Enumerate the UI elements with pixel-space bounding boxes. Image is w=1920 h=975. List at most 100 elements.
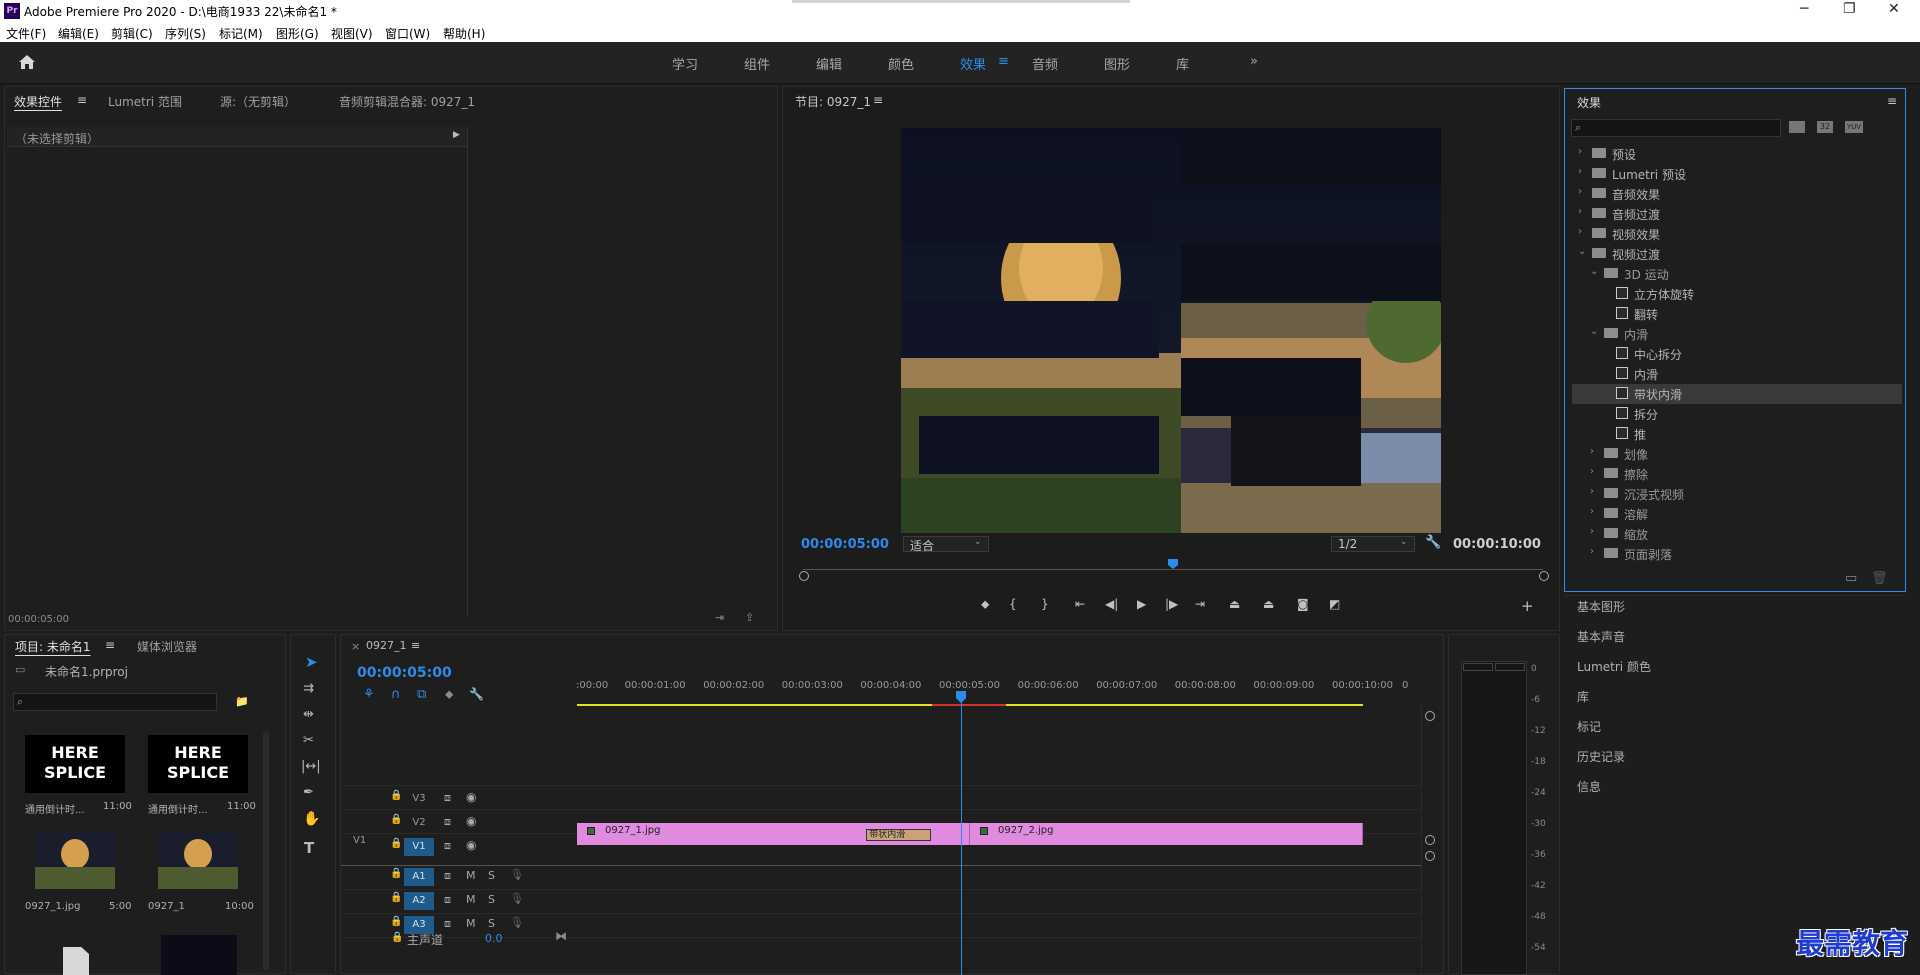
- tree-item[interactable]: 翻转: [1572, 304, 1902, 324]
- track-toggle[interactable]: V1: [404, 838, 434, 856]
- chevron-right-icon[interactable]: ›: [1590, 446, 1594, 457]
- workspace-audio[interactable]: 音频: [1032, 54, 1058, 73]
- yuv-effects-icon[interactable]: YUV: [1845, 121, 1863, 133]
- track-toggle[interactable]: A1: [404, 868, 434, 886]
- share-icon[interactable]: ⇪: [745, 611, 754, 624]
- project-search-input[interactable]: ⌕: [13, 693, 217, 711]
- menu-window[interactable]: 窗口(W): [385, 25, 430, 42]
- tree-item[interactable]: › 缩放: [1572, 524, 1902, 544]
- lock-icon[interactable]: 🔒: [390, 790, 402, 801]
- tree-item[interactable]: › 溶解: [1572, 504, 1902, 524]
- export-frame-icon[interactable]: ⇥: [715, 611, 724, 624]
- workspace-learn[interactable]: 学习: [672, 54, 698, 73]
- menu-view[interactable]: 视图(V): [331, 25, 373, 42]
- image-thumbnail[interactable]: [35, 831, 115, 889]
- menu-sequence[interactable]: 序列(S): [165, 25, 206, 42]
- razor-tool-icon[interactable]: ✂: [303, 733, 314, 748]
- tree-item[interactable]: ⌄ 视频过渡: [1572, 244, 1902, 264]
- chevron-right-icon[interactable]: ›: [1578, 146, 1582, 157]
- close-icon[interactable]: ×: [351, 640, 360, 653]
- eye-icon[interactable]: ◉: [466, 814, 476, 828]
- menu-file[interactable]: 文件(F): [6, 25, 46, 42]
- timeline-menu-icon[interactable]: ≡: [411, 639, 420, 652]
- tree-item[interactable]: › 擦除: [1572, 464, 1902, 484]
- menu-clip[interactable]: 剪辑(C): [111, 25, 153, 42]
- timeline-clip[interactable]: 0927_2.jpg: [970, 823, 1363, 845]
- program-timecode[interactable]: 00:00:05:00: [801, 537, 889, 552]
- effects-search-input[interactable]: ⌕: [1571, 119, 1781, 137]
- delete-icon[interactable]: 🗑: [1871, 571, 1888, 586]
- sequence-thumbnail[interactable]: [158, 831, 238, 889]
- tab-effect-controls[interactable]: 效果控件: [14, 93, 62, 110]
- chevron-right-icon[interactable]: ›: [1590, 466, 1594, 477]
- mark-out-icon[interactable]: }: [1041, 597, 1049, 611]
- workspace-menu-icon[interactable]: ≡: [998, 54, 1009, 69]
- tab-source[interactable]: 源:（无剪辑）: [220, 93, 296, 110]
- lock-icon[interactable]: 🔒: [390, 868, 402, 879]
- track-toggle[interactable]: A3: [404, 916, 434, 934]
- solo-button[interactable]: S: [488, 917, 495, 930]
- mark-in-icon[interactable]: {: [1009, 597, 1017, 611]
- vertical-zoom-handle[interactable]: [1425, 711, 1435, 721]
- sync-lock-icon[interactable]: ⧈: [444, 791, 451, 805]
- wrench-icon[interactable]: 🔧: [1425, 535, 1441, 550]
- mute-button[interactable]: M: [466, 869, 476, 882]
- panel-info[interactable]: 信息: [1577, 778, 1601, 795]
- nest-icon[interactable]: ⚘: [363, 687, 375, 702]
- panel-essential-graphics[interactable]: 基本图形: [1577, 598, 1625, 615]
- workspace-editing[interactable]: 编辑: [816, 54, 842, 73]
- accelerated-effects-icon[interactable]: [1789, 121, 1805, 133]
- timeline-settings-icon[interactable]: 🔧: [469, 687, 484, 701]
- vertical-zoom-handle[interactable]: [1425, 851, 1435, 861]
- workspace-graphics[interactable]: 图形: [1104, 54, 1130, 73]
- track-toggle[interactable]: V2: [404, 814, 434, 832]
- step-back-icon[interactable]: ◀|: [1105, 597, 1118, 611]
- tab-project[interactable]: 项目: 未命名1: [15, 638, 91, 655]
- document-icon[interactable]: [63, 947, 89, 975]
- add-marker-icon[interactable]: ⬥: [981, 597, 989, 612]
- selection-tool-icon[interactable]: ➤: [305, 653, 318, 671]
- tab-audio-clip-mixer[interactable]: 音频剪辑混合器: 0927_1: [339, 93, 475, 110]
- sync-lock-icon[interactable]: ⧈: [444, 839, 451, 853]
- track-toggle[interactable]: V3: [404, 790, 434, 808]
- eye-icon[interactable]: ◉: [466, 790, 476, 804]
- tree-item[interactable]: › 预设: [1572, 144, 1902, 164]
- panel-essential-sound[interactable]: 基本声音: [1577, 628, 1625, 645]
- lift-icon[interactable]: ⏏: [1229, 597, 1240, 611]
- transition-clip[interactable]: 带状内滑: [866, 829, 931, 841]
- timeline-tab[interactable]: 0927_1: [366, 639, 407, 652]
- program-video-frame[interactable]: [901, 128, 1441, 533]
- tree-item[interactable]: 内滑: [1572, 364, 1902, 384]
- chevron-right-icon[interactable]: ›: [1590, 546, 1594, 557]
- chevron-right-icon[interactable]: ›: [1590, 486, 1594, 497]
- go-to-in-icon[interactable]: ⇤: [1075, 597, 1085, 611]
- program-menu-icon[interactable]: ≡: [873, 93, 883, 107]
- expand-arrow-icon[interactable]: ▶: [453, 130, 460, 140]
- effects-menu-icon[interactable]: ≡: [1887, 94, 1897, 108]
- tree-item[interactable]: › 音频过渡: [1572, 204, 1902, 224]
- add-marker-icon[interactable]: ⬥: [445, 687, 453, 702]
- thumbnail-dark[interactable]: [161, 935, 237, 975]
- find-bin-icon[interactable]: 📁: [235, 695, 249, 708]
- chevron-right-icon[interactable]: ›: [1578, 166, 1582, 177]
- mic-icon[interactable]: 🎙: [510, 892, 524, 905]
- project-menu-icon[interactable]: ≡: [105, 638, 115, 652]
- tree-item[interactable]: 带状内滑: [1572, 384, 1902, 404]
- tree-item[interactable]: 推: [1572, 424, 1902, 444]
- timeline-timecode[interactable]: 00:00:05:00: [357, 665, 452, 681]
- tree-item[interactable]: › 音频效果: [1572, 184, 1902, 204]
- tab-lumetri-scopes[interactable]: Lumetri 范围: [108, 93, 182, 110]
- step-forward-icon[interactable]: |▶: [1165, 597, 1178, 611]
- menu-graphics[interactable]: 图形(G): [276, 25, 319, 42]
- chevron-right-icon[interactable]: ›: [1578, 206, 1582, 217]
- workspace-libraries[interactable]: 库: [1176, 54, 1189, 73]
- chevron-down-icon[interactable]: ⌄: [1590, 266, 1598, 277]
- tree-item[interactable]: › Lumetri 预设: [1572, 164, 1902, 184]
- timeline-playhead-line[interactable]: [961, 695, 962, 975]
- lock-icon[interactable]: 🔒: [390, 892, 402, 903]
- mute-button[interactable]: M: [466, 917, 476, 930]
- countdown-thumbnail[interactable]: HERE SPLICE: [148, 735, 248, 793]
- mic-icon[interactable]: 🎙: [510, 868, 524, 881]
- vertical-zoom-handle[interactable]: [1425, 835, 1435, 845]
- lock-icon[interactable]: 🔒: [390, 916, 402, 927]
